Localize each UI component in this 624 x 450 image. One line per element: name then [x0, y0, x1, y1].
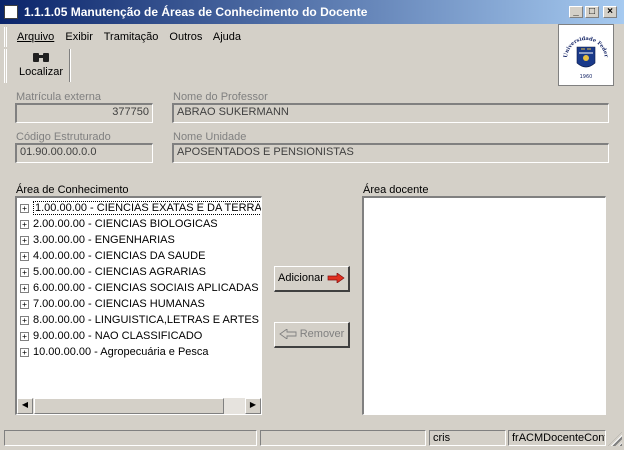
menu-tramitacao[interactable]: Tramitação — [104, 31, 159, 43]
tree-item-label: 6.00.00.00 - CIENCIAS SOCIAIS APLICADAS — [33, 282, 259, 294]
expand-icon[interactable]: + — [20, 219, 29, 229]
adicionar-label: Adicionar — [278, 272, 324, 284]
tree-item-label: 2.00.00.00 - CIENCIAS BIOLOGICAS — [33, 218, 218, 230]
remover-label: Remover — [299, 328, 345, 340]
tree-item[interactable]: +7.00.00.00 - CIENCIAS HUMANAS — [20, 296, 261, 312]
expand-icon[interactable]: + — [20, 331, 29, 341]
expand-icon[interactable]: + — [20, 267, 29, 277]
status-form-name: frACMDocenteConf — [508, 430, 606, 446]
expand-icon[interactable]: + — [20, 203, 29, 213]
status-bar: cris frACMDocenteConf — [0, 428, 624, 448]
arrow-right-icon — [327, 272, 345, 284]
app-icon — [4, 5, 18, 19]
areas-label: Área de Conhecimento — [16, 184, 129, 196]
scroll-right-icon[interactable]: ▶ — [245, 398, 261, 414]
tree-item[interactable]: +8.00.00.00 - LINGUISTICA,LETRAS E ARTES — [20, 312, 261, 328]
expand-icon[interactable]: + — [20, 283, 29, 293]
window-title: 1.1.1.05 Manutenção de Áreas de Conhecim… — [24, 5, 368, 19]
menu-bar: Arquivo Exibir Tramitação Outros Ajuda — [4, 27, 552, 47]
tree-item-label: 7.00.00.00 - CIENCIAS HUMANAS — [33, 298, 205, 310]
title-bar: 1.1.1.05 Manutenção de Áreas de Conhecim… — [0, 0, 624, 24]
status-panel-1 — [4, 430, 257, 446]
status-panel-2 — [260, 430, 426, 446]
university-logo: Universidade Federal de Santa Maria 1960 — [558, 24, 614, 86]
expand-icon[interactable]: + — [20, 251, 29, 261]
areas-tree[interactable]: +1.00.00.00 - CIENCIAS EXATAS E DA TERRA… — [15, 196, 262, 415]
docente-label: Área docente — [363, 184, 429, 196]
horizontal-scrollbar[interactable]: ◀ ▶ — [17, 398, 261, 414]
resize-grip-icon[interactable] — [608, 432, 622, 446]
tree-items: +1.00.00.00 - CIENCIAS EXATAS E DA TERRA… — [20, 200, 262, 360]
tree-item-label: 4.00.00.00 - CIENCIAS DA SAUDE — [33, 250, 206, 262]
tree-item[interactable]: +3.00.00.00 - ENGENHARIAS — [20, 232, 261, 248]
expand-icon[interactable]: + — [20, 347, 29, 357]
remover-button[interactable]: Remover — [274, 322, 350, 348]
tree-item-label: 10.00.00.00 - Agropecuária e Pesca — [33, 346, 209, 358]
adicionar-button[interactable]: Adicionar — [274, 266, 350, 292]
tree-item-label: 8.00.00.00 - LINGUISTICA,LETRAS E ARTES — [33, 314, 259, 326]
tree-item[interactable]: +6.00.00.00 - CIENCIAS SOCIAIS APLICADAS — [20, 280, 261, 296]
codigo-field[interactable]: 01.90.00.00.0.0 — [15, 143, 153, 163]
professor-field[interactable]: ABRAO SUKERMANN — [172, 103, 609, 123]
scroll-thumb[interactable] — [34, 398, 224, 414]
expand-icon[interactable]: + — [20, 299, 29, 309]
tree-item[interactable]: +10.00.00.00 - Agropecuária e Pesca — [20, 344, 261, 360]
matricula-label: Matrícula externa — [16, 91, 101, 103]
localizar-button[interactable]: Localizar — [15, 49, 67, 82]
expand-icon[interactable]: + — [20, 235, 29, 245]
tree-item-label: 5.00.00.00 - CIENCIAS AGRARIAS — [33, 266, 207, 278]
unidade-field[interactable]: APOSENTADOS E PENSIONISTAS — [172, 143, 609, 163]
close-button[interactable]: × — [603, 6, 617, 18]
expand-icon[interactable]: + — [20, 315, 29, 325]
tree-item[interactable]: +1.00.00.00 - CIENCIAS EXATAS E DA TERRA — [20, 200, 262, 216]
toolbar: Localizar — [4, 49, 552, 83]
toolbar-separator — [69, 49, 71, 82]
tree-item[interactable]: +4.00.00.00 - CIENCIAS DA SAUDE — [20, 248, 261, 264]
tree-item-label: 1.00.00.00 - CIENCIAS EXATAS E DA TERRA — [33, 201, 262, 215]
scroll-left-icon[interactable]: ◀ — [17, 398, 33, 414]
tree-item-label: 9.00.00.00 - NAO CLASSIFICADO — [33, 330, 203, 342]
codigo-label: Código Estruturado — [16, 131, 111, 143]
tree-item[interactable]: +2.00.00.00 - CIENCIAS BIOLOGICAS — [20, 216, 261, 232]
binoculars-icon — [32, 51, 50, 63]
status-user: cris — [429, 430, 506, 446]
docente-list[interactable] — [362, 196, 606, 415]
tree-item[interactable]: +5.00.00.00 - CIENCIAS AGRARIAS — [20, 264, 261, 280]
arrow-left-icon — [278, 328, 297, 340]
maximize-button[interactable]: □ — [585, 6, 599, 18]
tree-item-label: 3.00.00.00 - ENGENHARIAS — [33, 234, 175, 246]
svg-text:1960: 1960 — [580, 74, 593, 80]
localizar-label: Localizar — [18, 66, 64, 78]
unidade-label: Nome Unidade — [173, 131, 247, 143]
logo-seal-icon: Universidade Federal de Santa Maria 1960 — [559, 25, 609, 80]
menu-ajuda[interactable]: Ajuda — [213, 31, 241, 43]
matricula-field[interactable]: 377750 — [15, 103, 153, 123]
tree-item[interactable]: +9.00.00.00 - NAO CLASSIFICADO — [20, 328, 261, 344]
menu-outros[interactable]: Outros — [169, 31, 202, 43]
menu-exibir[interactable]: Exibir — [65, 31, 93, 43]
minimize-button[interactable]: _ — [569, 6, 583, 18]
menu-arquivo[interactable]: Arquivo — [17, 31, 54, 43]
professor-label: Nome do Professor — [173, 91, 268, 103]
